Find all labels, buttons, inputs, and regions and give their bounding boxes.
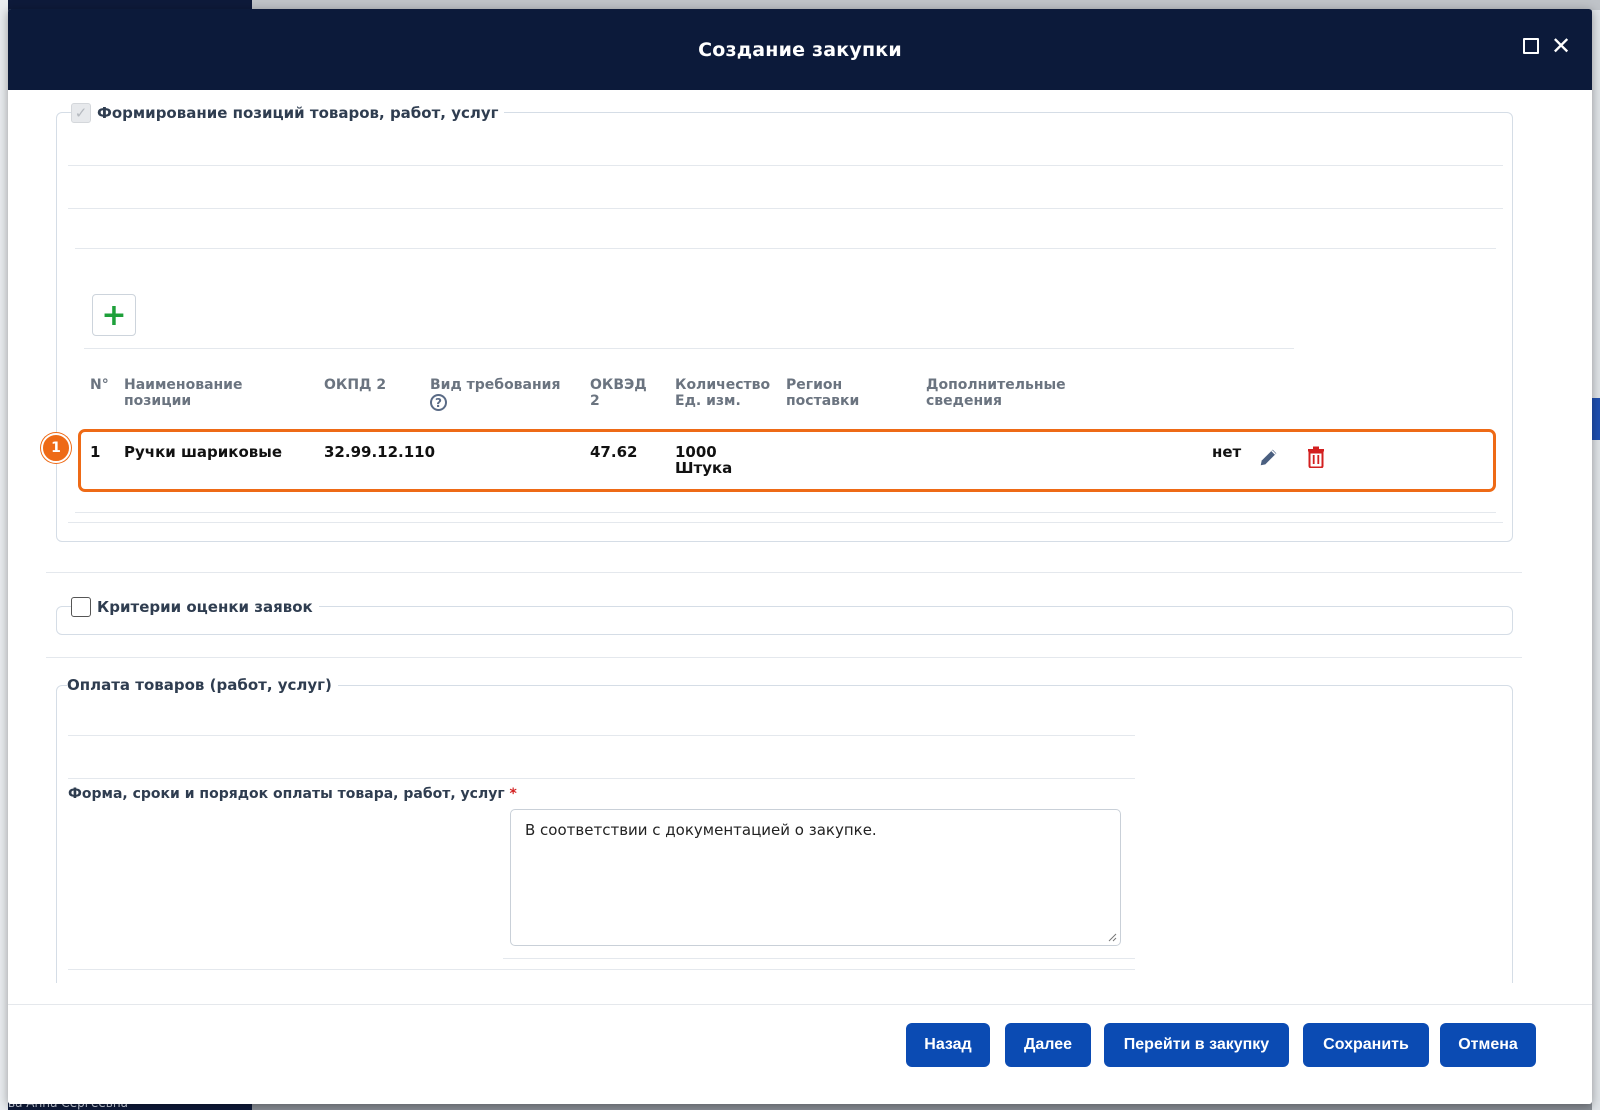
edit-button[interactable] bbox=[1258, 446, 1280, 472]
column-header-qty: Количество Ед. изм. bbox=[675, 377, 771, 409]
column-header-region: Регион поставки bbox=[786, 377, 860, 409]
maximize-icon bbox=[1523, 38, 1539, 54]
divider bbox=[68, 969, 1135, 970]
dialog-body: ✓ Формирование позиций товаров, работ, у… bbox=[8, 90, 1592, 983]
help-icon[interactable]: ? bbox=[430, 394, 447, 411]
divider bbox=[84, 348, 1294, 349]
dialog-title: Создание закупки bbox=[698, 38, 902, 61]
row-okpd: 32.99.12.110 bbox=[324, 443, 436, 461]
divider bbox=[503, 958, 1135, 959]
payment-terms-value: В соответствии с документацией о закупке… bbox=[525, 821, 877, 839]
row-extra: нет bbox=[1212, 443, 1242, 461]
row-unit: Штука bbox=[675, 459, 733, 477]
background-right-edge bbox=[1592, 10, 1600, 1110]
criteria-checkbox[interactable] bbox=[71, 597, 91, 617]
payment-terms-textarea[interactable]: В соответствии с документацией о закупке… bbox=[510, 809, 1121, 946]
background-left-edge bbox=[0, 0, 8, 1110]
divider bbox=[68, 522, 1503, 523]
positions-legend-label: Формирование позиций товаров, работ, усл… bbox=[97, 104, 499, 122]
close-icon: ✕ bbox=[1550, 32, 1572, 60]
divider bbox=[46, 572, 1522, 573]
resize-grip-icon[interactable] bbox=[1107, 932, 1117, 942]
divider bbox=[68, 778, 1135, 779]
column-header-okved: ОКВЭД 2 bbox=[590, 377, 647, 409]
column-header-name: Наименование позиции bbox=[124, 377, 243, 409]
next-button[interactable]: Далее bbox=[1005, 1023, 1091, 1067]
required-mark: * bbox=[509, 786, 517, 802]
divider bbox=[75, 512, 1496, 513]
column-header-req-type-label: Вид требования bbox=[430, 377, 561, 393]
criteria-fieldset: Критерии оценки заявок bbox=[56, 597, 1513, 635]
column-header-okpd: ОКПД 2 bbox=[324, 377, 387, 393]
divider bbox=[68, 735, 1135, 736]
payment-terms-label: Форма, сроки и порядок оплаты товара, ра… bbox=[68, 786, 517, 802]
back-button[interactable]: Назад bbox=[906, 1023, 990, 1067]
go-to-purchase-button[interactable]: Перейти в закупку bbox=[1104, 1023, 1289, 1067]
trash-icon bbox=[1308, 446, 1324, 469]
row-name: Ручки шариковые bbox=[124, 443, 282, 461]
table-row[interactable] bbox=[78, 429, 1496, 492]
cancel-button[interactable]: Отмена bbox=[1440, 1023, 1536, 1067]
row-okved: 47.62 bbox=[590, 443, 638, 461]
close-button[interactable]: ✕ bbox=[1550, 32, 1572, 60]
row-qty: 1000 bbox=[675, 443, 717, 461]
payment-legend-label: Оплата товаров (работ, услуг) bbox=[67, 676, 332, 694]
divider bbox=[68, 165, 1503, 166]
positions-checkbox[interactable]: ✓ bbox=[71, 103, 91, 123]
step-badge: 1 bbox=[41, 433, 71, 463]
maximize-button[interactable] bbox=[1520, 35, 1542, 57]
create-purchase-dialog: Создание закупки ✕ ✓ Формирование позици… bbox=[8, 9, 1592, 1104]
dialog-header: Создание закупки ✕ bbox=[8, 9, 1592, 90]
criteria-legend: Критерии оценки заявок bbox=[71, 597, 319, 617]
save-button[interactable]: Сохранить bbox=[1303, 1023, 1429, 1067]
pencil-icon bbox=[1260, 449, 1277, 466]
column-header-req-type: Вид требования ? bbox=[430, 377, 580, 411]
delete-button[interactable] bbox=[1306, 446, 1326, 472]
dialog-footer: Назад Далее Перейти в закупку Сохранить … bbox=[8, 1004, 1592, 1104]
column-header-extra: Дополнительные сведения bbox=[926, 377, 1066, 409]
background-right-accent bbox=[1592, 398, 1600, 440]
positions-legend: ✓ Формирование позиций товаров, работ, у… bbox=[71, 103, 505, 123]
column-header-num: N° bbox=[90, 377, 109, 393]
payment-terms-label-text: Форма, сроки и порядок оплаты товара, ра… bbox=[68, 786, 505, 802]
row-num: 1 bbox=[90, 443, 101, 461]
divider bbox=[75, 248, 1496, 249]
plus-icon: + bbox=[101, 297, 127, 333]
divider bbox=[68, 208, 1503, 209]
divider bbox=[46, 657, 1522, 658]
payment-legend: Оплата товаров (работ, услуг) bbox=[67, 676, 338, 694]
criteria-legend-label: Критерии оценки заявок bbox=[97, 598, 313, 616]
add-position-button[interactable]: + bbox=[92, 294, 136, 336]
